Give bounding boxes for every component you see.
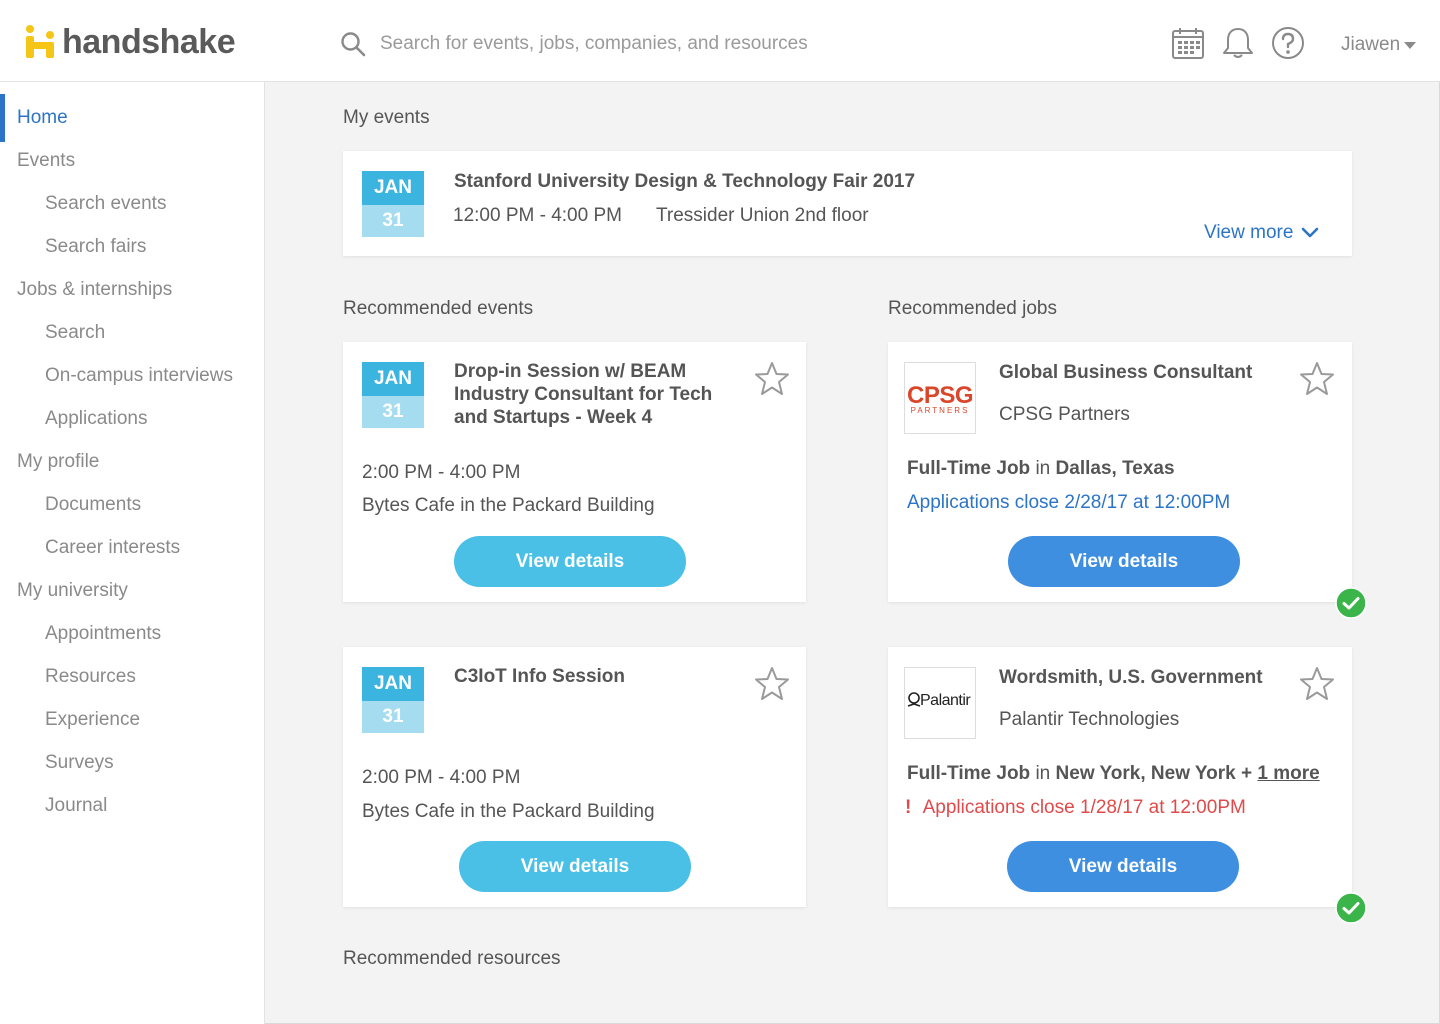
job-location: Dallas, Texas bbox=[1055, 458, 1175, 479]
caret-down-icon bbox=[1404, 41, 1417, 49]
check-circle-icon bbox=[1335, 587, 1367, 619]
handshake-logo[interactable]: handshake bbox=[24, 22, 236, 62]
job-in-text: in bbox=[1035, 763, 1051, 784]
job-in-text: in bbox=[1035, 458, 1051, 479]
sidebar-item-search[interactable]: Search bbox=[45, 322, 105, 344]
sidebar-item-my-profile[interactable]: My profile bbox=[17, 451, 99, 473]
view-details-button[interactable]: View details bbox=[1007, 841, 1239, 892]
sidebar-item-resources[interactable]: Resources bbox=[45, 666, 136, 688]
application-deadline: Applications close 1/28/17 at 12:00PM bbox=[922, 797, 1246, 818]
job-card: CPSG PARTNERS Global Business Consultant… bbox=[888, 342, 1352, 602]
sidebar-item-search-events[interactable]: Search events bbox=[45, 193, 166, 215]
event-card: JAN 31 C3IoT Info Session 2:00 PM - 4:00… bbox=[343, 647, 806, 907]
event-location: Tressider Union 2nd floor bbox=[656, 205, 869, 226]
application-deadline-warning: ! Applications close 1/28/17 at 12:00PM bbox=[905, 797, 1246, 819]
event-date-badge: JAN 31 bbox=[362, 667, 424, 733]
company-name[interactable]: CPSG Partners bbox=[999, 404, 1130, 426]
recommended-events-heading: Recommended events bbox=[343, 298, 534, 319]
job-title[interactable]: Wordsmith, U.S. Government bbox=[999, 666, 1263, 689]
star-icon[interactable] bbox=[1299, 361, 1335, 397]
sidebar-item-experience[interactable]: Experience bbox=[45, 709, 140, 731]
job-type-location: Full-Time Job in New York, New York + 1 … bbox=[907, 763, 1320, 785]
my-events-heading: My events bbox=[343, 107, 430, 128]
sidebar-item-my-university[interactable]: My university bbox=[17, 580, 128, 602]
event-location: Bytes Cafe in the Packard Building bbox=[362, 801, 655, 822]
user-name: Jiawen bbox=[1341, 34, 1401, 55]
search-input[interactable] bbox=[380, 33, 980, 55]
event-date-badge: JAN 31 bbox=[362, 171, 424, 237]
view-details-button[interactable]: View details bbox=[1008, 536, 1240, 587]
event-time: 12:00 PM - 4:00 PM bbox=[453, 205, 622, 226]
view-more-label: View more bbox=[1204, 222, 1294, 243]
more-locations-link[interactable]: 1 more bbox=[1257, 763, 1319, 784]
sidebar-item-events[interactable]: Events bbox=[17, 150, 75, 172]
sidebar-item-documents[interactable]: Documents bbox=[45, 494, 141, 516]
help-icon[interactable] bbox=[1271, 26, 1305, 60]
my-event-card[interactable]: JAN 31 Stanford University Design & Tech… bbox=[343, 151, 1352, 256]
event-month: JAN bbox=[362, 362, 424, 396]
logo-text: handshake bbox=[62, 22, 236, 61]
star-icon[interactable] bbox=[754, 666, 790, 702]
view-more-link[interactable]: View more bbox=[1204, 222, 1319, 244]
palantir-logo-icon bbox=[907, 692, 921, 707]
event-day: 31 bbox=[362, 396, 424, 428]
warning-icon: ! bbox=[905, 797, 912, 818]
job-type-location: Full-Time Job in Dallas, Texas bbox=[907, 458, 1175, 480]
event-title[interactable]: Drop-in Session w/ BEAM Industry Consult… bbox=[454, 360, 744, 429]
application-deadline: Applications close 2/28/17 at 12:00PM bbox=[907, 492, 1231, 513]
star-icon[interactable] bbox=[1299, 666, 1335, 702]
check-circle-icon bbox=[1335, 892, 1367, 924]
event-title[interactable]: C3IoT Info Session bbox=[454, 665, 744, 688]
sidebar-item-appointments[interactable]: Appointments bbox=[45, 623, 161, 645]
sidebar-item-on-campus-interviews[interactable]: On-campus interviews bbox=[45, 365, 233, 387]
active-indicator bbox=[0, 94, 5, 142]
job-type: Full-Time Job bbox=[907, 763, 1031, 784]
sidebar-item-search-fairs[interactable]: Search fairs bbox=[45, 236, 146, 258]
job-type: Full-Time Job bbox=[907, 458, 1031, 479]
user-menu[interactable]: Jiawen bbox=[1341, 34, 1417, 56]
event-day: 31 bbox=[362, 701, 424, 733]
event-card: JAN 31 Drop-in Session w/ BEAM Industry … bbox=[343, 342, 806, 602]
notification-bell-icon[interactable] bbox=[1221, 26, 1255, 60]
sidebar-item-jobs-internships[interactable]: Jobs & internships bbox=[17, 279, 172, 301]
event-title[interactable]: Stanford University Design & Technology … bbox=[454, 170, 915, 193]
event-time: 2:00 PM - 4:00 PM bbox=[362, 767, 521, 788]
recommended-jobs-heading: Recommended jobs bbox=[888, 298, 1057, 319]
view-details-button[interactable]: View details bbox=[454, 536, 686, 587]
event-location: Bytes Cafe in the Packard Building bbox=[362, 495, 655, 516]
view-details-button[interactable]: View details bbox=[459, 841, 691, 892]
company-logo-text: Palantir bbox=[920, 692, 971, 709]
company-logo: CPSG PARTNERS bbox=[904, 362, 976, 434]
sidebar-item-career-interests[interactable]: Career interests bbox=[45, 537, 180, 559]
company-logo: Palantir bbox=[904, 667, 976, 739]
event-month: JAN bbox=[362, 667, 424, 701]
search-icon[interactable] bbox=[340, 31, 366, 57]
recommended-resources-heading: Recommended resources bbox=[343, 948, 561, 969]
calendar-icon[interactable] bbox=[1171, 26, 1205, 60]
job-title[interactable]: Global Business Consultant bbox=[999, 361, 1252, 384]
search-bar bbox=[340, 24, 1040, 64]
company-logo-subtext: PARTNERS bbox=[910, 406, 970, 415]
job-card: Palantir Wordsmith, U.S. Government Pala… bbox=[888, 647, 1352, 907]
event-month: JAN bbox=[362, 171, 424, 205]
job-location: New York, New York + bbox=[1055, 763, 1253, 784]
sidebar-item-applications[interactable]: Applications bbox=[45, 408, 147, 430]
chevron-down-icon bbox=[1302, 227, 1319, 238]
company-name[interactable]: Palantir Technologies bbox=[999, 709, 1179, 731]
sidebar: Home Events Search events Search fairs J… bbox=[0, 82, 265, 1024]
event-day: 31 bbox=[362, 205, 424, 237]
sidebar-item-journal[interactable]: Journal bbox=[45, 795, 107, 817]
top-header: handshake Jiawen bbox=[0, 0, 1440, 82]
sidebar-item-home[interactable]: Home bbox=[17, 107, 68, 129]
event-time: 2:00 PM - 4:00 PM bbox=[362, 462, 521, 483]
event-date-badge: JAN 31 bbox=[362, 362, 424, 428]
star-icon[interactable] bbox=[754, 361, 790, 397]
handshake-logo-icon bbox=[26, 25, 54, 58]
sidebar-item-surveys[interactable]: Surveys bbox=[45, 752, 114, 774]
